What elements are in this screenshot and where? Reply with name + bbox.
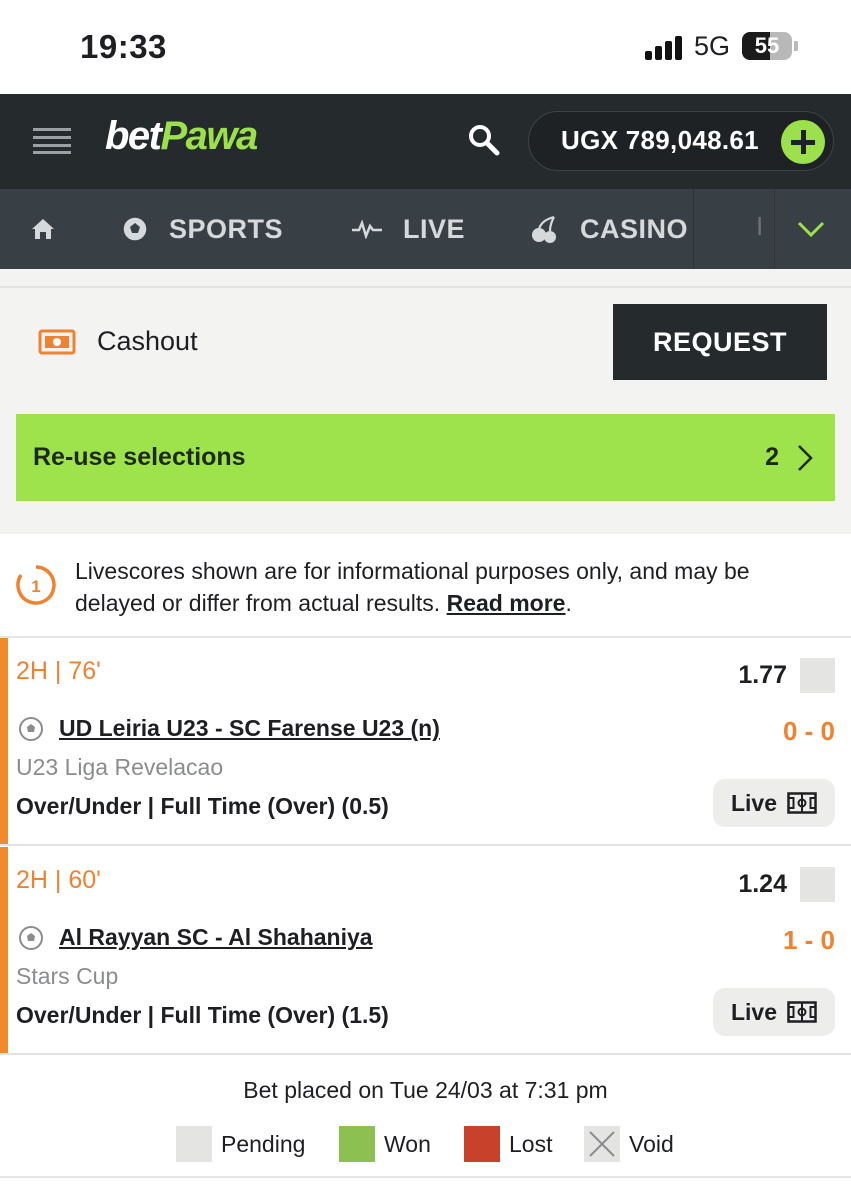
legend-won: Won bbox=[339, 1126, 431, 1162]
soccer-ball-icon bbox=[18, 925, 44, 956]
cherries-icon bbox=[532, 215, 556, 243]
odds-value: 1.24 bbox=[738, 870, 787, 898]
soccer-ball-icon bbox=[18, 716, 44, 747]
network-type: 5G bbox=[694, 31, 731, 61]
clock-icon: 1 bbox=[15, 564, 57, 611]
league-name: U23 Liga Revelacao bbox=[16, 754, 224, 780]
balance-pill[interactable]: UGX 789,048.61 bbox=[528, 111, 834, 171]
main-nav: SPORTS LIVE CASINO I bbox=[0, 189, 851, 269]
battery-tip bbox=[794, 41, 798, 51]
match-time: 2H | 76' bbox=[16, 657, 101, 685]
legend-swatch bbox=[339, 1126, 375, 1162]
status-box bbox=[800, 867, 835, 902]
reuse-count: 2 bbox=[765, 443, 779, 471]
home-icon[interactable] bbox=[30, 189, 76, 269]
divider bbox=[0, 286, 851, 288]
legend-void: Void bbox=[584, 1126, 674, 1162]
reuse-selections-button[interactable]: Re-use selections 2 bbox=[16, 414, 835, 501]
bet-selection: 2H | 76' 1.77 UD Leiria U23 - SC Farense… bbox=[0, 638, 851, 846]
reuse-label: Re-use selections bbox=[33, 443, 246, 471]
market-name: Over/Under | Full Time (Over) (0.5) bbox=[16, 793, 389, 819]
request-button[interactable]: REQUEST bbox=[613, 304, 827, 380]
battery-icon: 55 bbox=[742, 32, 792, 60]
clock-badge: 1 bbox=[31, 577, 40, 596]
league-name: Stars Cup bbox=[16, 963, 119, 989]
bet-placed-date: Bet placed on Tue 24/03 at 7:31 pm bbox=[243, 1077, 608, 1103]
match-link[interactable]: UD Leiria U23 - SC Farense U23 (n) bbox=[59, 715, 440, 742]
nav-more-clipped: I bbox=[756, 211, 764, 241]
void-icon bbox=[584, 1126, 620, 1162]
legend-lost: Lost bbox=[464, 1126, 552, 1162]
legend-swatch bbox=[464, 1126, 500, 1162]
chevron-down-icon[interactable] bbox=[774, 189, 851, 269]
disclaimer-text: Livescores shown are for informational p… bbox=[75, 558, 750, 616]
live-button[interactable]: Live bbox=[713, 779, 835, 827]
app-header: betPawa UGX 789,048.61 bbox=[0, 94, 851, 189]
nav-casino[interactable]: CASINO bbox=[530, 189, 688, 269]
soccer-ball-icon bbox=[122, 216, 148, 242]
status-bar: 19:33 5G 55 bbox=[0, 0, 851, 94]
legend-pending: Pending bbox=[176, 1126, 305, 1162]
plus-icon[interactable] bbox=[781, 120, 825, 164]
search-icon[interactable] bbox=[466, 122, 502, 158]
match-score: 0 - 0 bbox=[782, 716, 835, 746]
pitch-icon bbox=[787, 792, 817, 814]
cashout-icon bbox=[38, 327, 76, 362]
nav-live[interactable]: LIVE bbox=[351, 189, 465, 269]
legend-swatch bbox=[176, 1126, 212, 1162]
bet-selection: 2H | 60' 1.24 Al Rayyan SC - Al Shahaniy… bbox=[0, 847, 851, 1055]
odds-value: 1.77 bbox=[738, 661, 787, 689]
livescore-disclaimer: 1 Livescores shown are for informational… bbox=[0, 534, 851, 638]
balance-amount: UGX 789,048.61 bbox=[561, 125, 759, 155]
bottom-divider bbox=[0, 1176, 851, 1178]
bet-footer: Bet placed on Tue 24/03 at 7:31 pm Pendi… bbox=[0, 1058, 851, 1178]
match-time: 2H | 60' bbox=[16, 866, 101, 894]
market-name: Over/Under | Full Time (Over) (1.5) bbox=[16, 1002, 389, 1028]
clock-time: 19:33 bbox=[80, 28, 167, 65]
live-button[interactable]: Live bbox=[713, 988, 835, 1036]
match-score: 1 - 0 bbox=[782, 925, 835, 955]
pitch-icon bbox=[787, 1001, 817, 1023]
read-more-link[interactable]: Read more bbox=[447, 590, 566, 616]
match-link[interactable]: Al Rayyan SC - Al Shahaniya bbox=[59, 924, 373, 951]
cashout-label: Cashout bbox=[97, 326, 198, 356]
nav-sports[interactable]: SPORTS bbox=[121, 189, 283, 269]
betpawa-logo[interactable]: betPawa bbox=[105, 114, 258, 159]
status-box bbox=[800, 658, 835, 693]
battery-percent: 55 bbox=[754, 33, 780, 58]
nav-divider bbox=[693, 189, 694, 269]
chevron-right-icon bbox=[798, 445, 813, 471]
actions-band: Cashout REQUEST Re-use selections 2 bbox=[0, 269, 851, 534]
pulse-icon bbox=[352, 219, 382, 239]
hamburger-icon[interactable] bbox=[33, 128, 71, 154]
status-accent bbox=[0, 638, 8, 844]
signal-icon bbox=[645, 36, 685, 60]
status-accent bbox=[0, 847, 8, 1053]
